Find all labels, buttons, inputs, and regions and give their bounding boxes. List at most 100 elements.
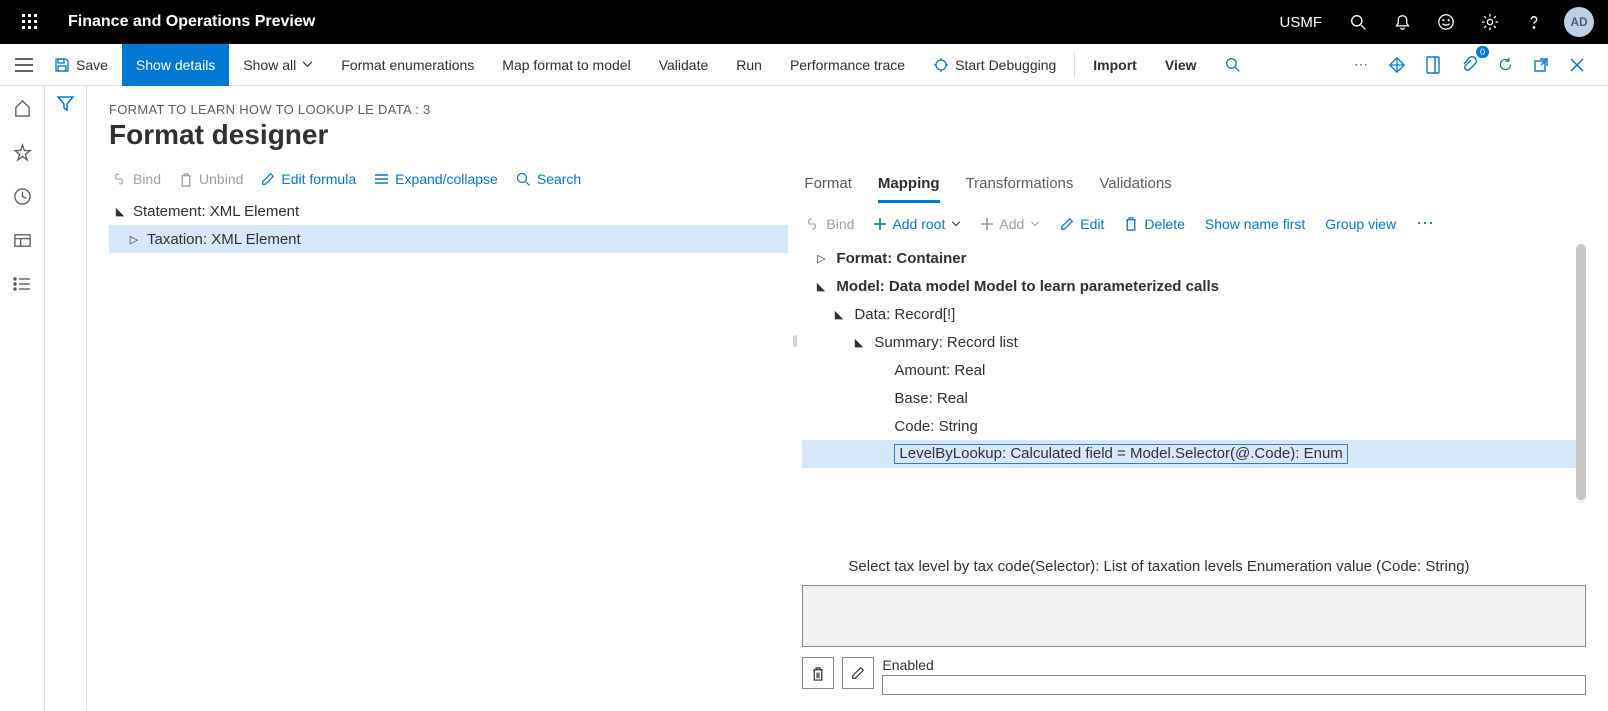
edit-enabled-button[interactable] (842, 657, 874, 689)
mapping-tree-label: Model: Data model Model to learn paramet… (836, 278, 1219, 295)
caret-right-icon[interactable]: ▷ (127, 233, 141, 246)
group-view-button[interactable]: Group view (1325, 216, 1396, 232)
save-icon (54, 57, 70, 73)
format-tree-row[interactable]: ◢ Statement: XML Element (109, 197, 788, 225)
chevron-down-icon (1030, 221, 1040, 227)
smile-icon[interactable] (1426, 2, 1466, 42)
mapping-tree-label: Amount: Real (894, 362, 985, 379)
search-button[interactable]: Search (516, 171, 581, 187)
format-tree-label: Statement: XML Element (133, 203, 299, 220)
show-details-button[interactable]: Show details (122, 44, 229, 86)
bell-icon[interactable] (1382, 2, 1422, 42)
popout-icon[interactable] (1524, 48, 1558, 82)
pencil-icon (1060, 217, 1074, 231)
mapping-tree-row[interactable]: Base: Real (802, 384, 1576, 412)
home-icon[interactable] (10, 96, 34, 120)
attachment-icon[interactable]: 0 (1452, 48, 1486, 82)
trash-icon (1124, 216, 1138, 231)
bind-button: Bind (111, 171, 161, 187)
list-icon[interactable] (10, 272, 34, 296)
splitter-handle[interactable]: || (792, 333, 796, 347)
hamburger-icon[interactable] (8, 58, 40, 72)
mapping-tree-row[interactable]: Rate: Real (802, 468, 1576, 474)
tab-format[interactable]: Format (804, 171, 852, 203)
mapping-tree-label: Format: Container (836, 250, 966, 267)
view-button[interactable]: View (1151, 44, 1211, 86)
right-tabs: Format Mapping Transformations Validatio… (802, 167, 1586, 203)
close-icon[interactable] (1560, 48, 1594, 82)
cmdbar-search-icon[interactable] (1211, 44, 1255, 86)
search-icon[interactable] (1338, 2, 1378, 42)
show-name-first-button[interactable]: Show name first (1205, 216, 1305, 232)
more-icon[interactable]: ⋯ (1344, 48, 1378, 82)
more-button[interactable]: ⋯ (1416, 213, 1434, 234)
delete-formula-button[interactable] (802, 657, 834, 689)
caret-down-icon[interactable]: ◢ (814, 280, 828, 293)
caret-down-icon[interactable]: ◢ (852, 336, 866, 349)
mapping-tree-row[interactable]: Code: String (802, 412, 1576, 440)
format-tree-row[interactable]: ▷ Taxation: XML Element (109, 225, 788, 253)
star-icon[interactable] (10, 140, 34, 164)
mapping-tree-row[interactable]: Amount: Real (802, 356, 1576, 384)
bind-button-right: Bind (804, 216, 854, 232)
tab-validations[interactable]: Validations (1099, 171, 1171, 203)
gear-icon[interactable] (1470, 2, 1510, 42)
validate-button[interactable]: Validate (645, 44, 723, 86)
import-button[interactable]: Import (1079, 44, 1151, 86)
search-icon (516, 172, 531, 187)
edit-formula-button[interactable]: Edit formula (261, 171, 356, 187)
mapping-tree-row[interactable]: ▷ Format: Container (802, 244, 1576, 272)
mapping-tree-row[interactable]: ◢ Model: Data model Model to learn parame… (802, 272, 1576, 300)
mapping-tree-label: Base: Real (894, 390, 967, 407)
filter-rail (45, 86, 87, 711)
caret-down-icon[interactable]: ◢ (832, 308, 846, 321)
module-icon[interactable] (10, 228, 34, 252)
link-icon (804, 218, 820, 230)
start-debugging-button[interactable]: Start Debugging (919, 44, 1070, 86)
divider (1074, 52, 1075, 78)
delete-button[interactable]: Delete (1124, 216, 1184, 232)
caret-right-icon[interactable]: ▷ (814, 252, 828, 265)
format-tree-label: Taxation: XML Element (147, 231, 301, 248)
scrollbar[interactable] (1576, 244, 1586, 504)
performance-trace-button[interactable]: Performance trace (776, 44, 919, 86)
expand-collapse-button[interactable]: Expand/collapse (374, 171, 498, 187)
filter-icon[interactable] (57, 96, 74, 711)
page-icon[interactable] (1416, 48, 1450, 82)
edit-button[interactable]: Edit (1060, 216, 1104, 232)
clock-icon[interactable] (10, 184, 34, 208)
avatar[interactable]: AD (1564, 7, 1594, 37)
app-launcher-icon[interactable] (8, 0, 52, 44)
left-toolbar: Bind Unbind Edit formula Expand/collapse (109, 167, 788, 197)
show-all-button[interactable]: Show all (229, 44, 327, 86)
mapping-tree: ▷ Format: Container ◢ Model: Data model Mod… (802, 244, 1586, 474)
expand-icon (374, 173, 389, 185)
caret-down-icon[interactable]: ◢ (113, 205, 127, 218)
refresh-icon[interactable] (1488, 48, 1522, 82)
enabled-input[interactable] (882, 675, 1586, 695)
selection-description: Select tax level by tax code(Selector): … (802, 556, 1586, 585)
mapping-tree-row[interactable]: LevelByLookup: Calculated field = Model.… (802, 440, 1576, 468)
topbar: Finance and Operations Preview USMF AD (0, 0, 1608, 44)
link-icon (111, 173, 127, 185)
formula-textarea[interactable] (802, 585, 1586, 647)
mapping-tree-row[interactable]: ◢ Data: Record[!] (802, 300, 1576, 328)
app-title: Finance and Operations Preview (52, 13, 331, 31)
right-toolbar: Bind Add root Add Edit (802, 203, 1586, 244)
run-button[interactable]: Run (722, 44, 776, 86)
save-button[interactable]: Save (40, 44, 122, 86)
enabled-label: Enabled (882, 657, 1586, 673)
tab-transformations[interactable]: Transformations (966, 171, 1074, 203)
help-icon[interactable] (1514, 2, 1554, 42)
map-format-button[interactable]: Map format to model (488, 44, 644, 86)
tab-mapping[interactable]: Mapping (878, 171, 940, 203)
mapping-tree-row[interactable]: ◢Summary: Record list (802, 328, 1576, 356)
add-root-button[interactable]: Add root (874, 216, 961, 232)
plus-icon (874, 218, 886, 230)
company-code[interactable]: USMF (1268, 14, 1335, 31)
diamond-icon[interactable] (1380, 48, 1414, 82)
format-enumerations-button[interactable]: Format enumerations (327, 44, 488, 86)
left-pane: Bind Unbind Edit formula Expand/collapse (109, 167, 788, 695)
chevron-down-icon (302, 61, 313, 68)
mapping-tree-label: Data: Record[!] (854, 306, 955, 323)
